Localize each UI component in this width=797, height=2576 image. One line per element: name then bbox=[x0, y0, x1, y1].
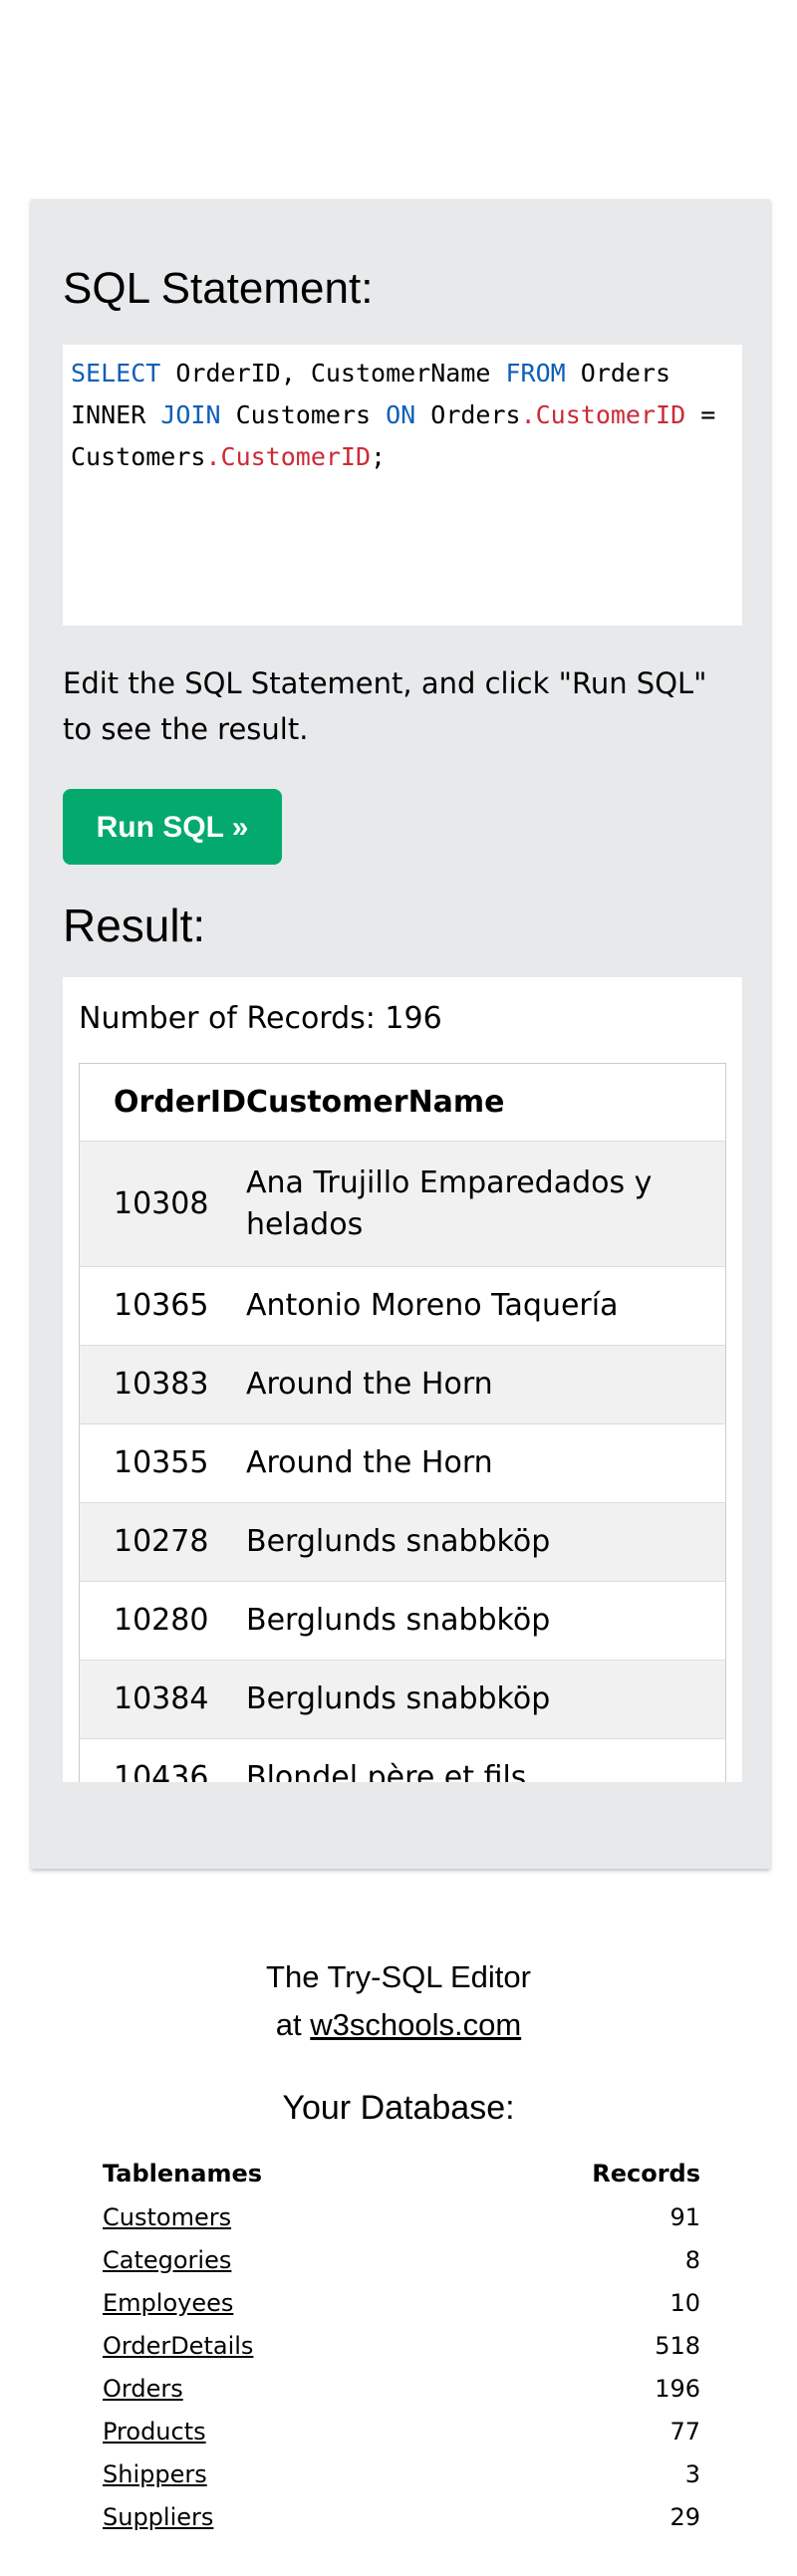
order-id-cell: 10308 bbox=[79, 1141, 246, 1267]
result-heading: Result: bbox=[63, 900, 206, 951]
customer-name-cell: Ana Trujillo Emparedados y helados bbox=[245, 1141, 726, 1267]
database-table: Tablenames Records Customers 91 Categori… bbox=[103, 2152, 700, 2538]
order-id-cell: 10278 bbox=[79, 1502, 246, 1582]
customer-name-cell: Berglunds snabbköp bbox=[245, 1660, 726, 1739]
records-value: 91 bbox=[669, 2202, 700, 2231]
database-row: Suppliers 29 bbox=[103, 2495, 700, 2538]
sql-keyword: FROM bbox=[505, 359, 566, 387]
footer-prefix: at bbox=[275, 2007, 311, 2042]
column-header-customername: CustomerName bbox=[245, 1063, 726, 1142]
sql-keyword: ON bbox=[386, 400, 416, 429]
database-row: Employees 10 bbox=[103, 2281, 700, 2324]
sql-property: .CustomerID bbox=[205, 442, 372, 471]
result-header-row: OrderID CustomerName bbox=[79, 1063, 726, 1142]
records-value: 10 bbox=[669, 2288, 700, 2317]
table-link-products[interactable]: Products bbox=[103, 2418, 206, 2446]
order-id-cell: 10365 bbox=[79, 1266, 246, 1346]
run-sql-button[interactable]: Run SQL » bbox=[63, 789, 282, 865]
customer-name-cell: Antonio Moreno Taquería bbox=[245, 1266, 726, 1346]
database-row: Products 77 bbox=[103, 2410, 700, 2452]
instructions-text: Edit the SQL Statement, and click "Run S… bbox=[63, 666, 707, 746]
result-panel: Number of Records: 196 OrderID CustomerN… bbox=[63, 977, 742, 1782]
table-row: 10383 Around the Horn bbox=[79, 1345, 726, 1424]
table-row: 10365 Antonio Moreno Taquería bbox=[79, 1266, 726, 1346]
records-value: 29 bbox=[669, 2502, 700, 2531]
sql-property: .CustomerID bbox=[520, 400, 686, 429]
order-id-cell: 10384 bbox=[79, 1660, 246, 1739]
w3schools-link[interactable]: w3schools.com bbox=[310, 2007, 521, 2042]
database-row: Categories 8 bbox=[103, 2238, 700, 2281]
sql-keyword: JOIN bbox=[160, 400, 221, 429]
records-value: 3 bbox=[684, 2459, 700, 2488]
table-row: 10278 Berglunds snabbköp bbox=[79, 1502, 726, 1582]
database-row: Shippers 3 bbox=[103, 2452, 700, 2495]
records-header: Records bbox=[592, 2160, 700, 2188]
table-row: 10355 Around the Horn bbox=[79, 1423, 726, 1503]
table-link-orderdetails[interactable]: OrderDetails bbox=[103, 2332, 253, 2360]
sql-text: Orders bbox=[415, 400, 521, 429]
sql-editor[interactable]: SELECT OrderID, CustomerName FROM Orders… bbox=[63, 345, 742, 626]
table-link-orders[interactable]: Orders bbox=[103, 2375, 183, 2403]
database-row: Orders 196 bbox=[103, 2367, 700, 2410]
tablenames-header: Tablenames bbox=[103, 2160, 263, 2188]
sql-text: OrderID, CustomerName bbox=[160, 359, 506, 387]
your-database-heading: Your Database: bbox=[282, 2089, 515, 2127]
table-row: 10280 Berglunds snabbköp bbox=[79, 1581, 726, 1661]
sql-keyword: SELECT bbox=[71, 359, 161, 387]
records-value: 196 bbox=[655, 2374, 700, 2403]
table-link-shippers[interactable]: Shippers bbox=[103, 2460, 207, 2488]
customer-name-cell: Around the Horn bbox=[245, 1345, 726, 1424]
column-header-orderid: OrderID bbox=[79, 1063, 246, 1142]
table-row: 10384 Berglunds snabbköp bbox=[79, 1660, 726, 1739]
customer-name-cell: Berglunds snabbköp bbox=[245, 1502, 726, 1582]
table-link-employees[interactable]: Employees bbox=[103, 2289, 233, 2317]
sql-text: ; bbox=[371, 442, 387, 471]
result-table: OrderID CustomerName 10308 Ana Trujillo … bbox=[79, 1063, 726, 1782]
order-id-cell: 10436 bbox=[79, 1738, 246, 1782]
database-row: Customers 91 bbox=[103, 2195, 700, 2238]
table-row: 10308 Ana Trujillo Emparedados y helados bbox=[79, 1141, 726, 1267]
footer-attribution: at w3schools.com bbox=[0, 2004, 797, 2046]
sql-statement-heading: SQL Statement: bbox=[63, 264, 374, 313]
records-value: 8 bbox=[684, 2245, 700, 2274]
records-count: Number of Records: 196 bbox=[79, 1001, 442, 1036]
table-link-suppliers[interactable]: Suppliers bbox=[103, 2503, 213, 2531]
sql-text: Customers bbox=[220, 400, 387, 429]
order-id-cell: 10355 bbox=[79, 1423, 246, 1503]
customer-name-cell: Berglunds snabbköp bbox=[245, 1581, 726, 1661]
order-id-cell: 10280 bbox=[79, 1581, 246, 1661]
table-row: 10436 Blondel père et fils bbox=[79, 1738, 726, 1782]
database-header-row: Tablenames Records bbox=[103, 2152, 700, 2195]
table-link-categories[interactable]: Categories bbox=[103, 2246, 231, 2274]
footer-title: The Try-SQL Editor bbox=[266, 1959, 531, 1994]
database-row: OrderDetails 518 bbox=[103, 2324, 700, 2367]
table-link-customers[interactable]: Customers bbox=[103, 2203, 231, 2231]
customer-name-cell: Blondel père et fils bbox=[245, 1738, 726, 1782]
customer-name-cell: Around the Horn bbox=[245, 1423, 726, 1503]
records-value: 77 bbox=[669, 2417, 700, 2446]
records-value: 518 bbox=[655, 2331, 700, 2360]
order-id-cell: 10383 bbox=[79, 1345, 246, 1424]
